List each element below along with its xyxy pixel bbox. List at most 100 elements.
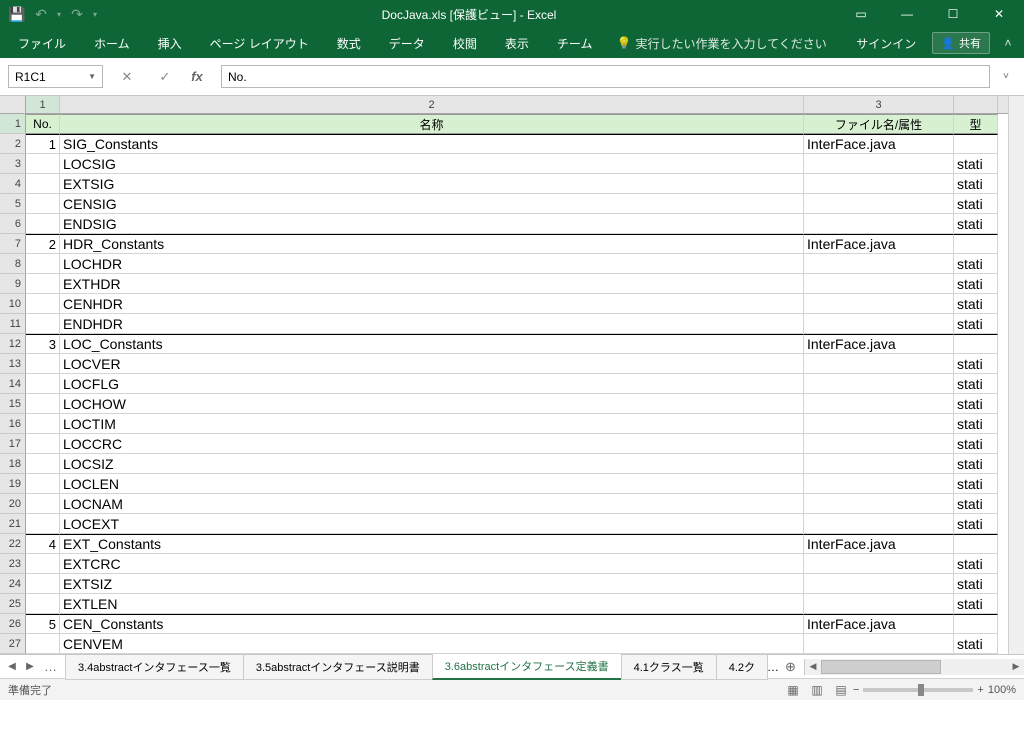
cell[interactable]: InterFace.java xyxy=(804,334,954,354)
cell[interactable] xyxy=(26,634,60,654)
cell[interactable] xyxy=(804,354,954,374)
cell[interactable]: stati xyxy=(954,514,998,534)
cell[interactable]: 4 xyxy=(26,534,60,554)
zoom-slider[interactable] xyxy=(863,688,973,692)
row-header[interactable]: 9 xyxy=(0,274,26,294)
hscroll-left-icon[interactable]: ◀ xyxy=(805,661,821,672)
row-header[interactable]: 4 xyxy=(0,174,26,194)
cell[interactable]: InterFace.java xyxy=(804,534,954,554)
cell[interactable]: stati xyxy=(954,434,998,454)
cell[interactable]: stati xyxy=(954,354,998,374)
cell[interactable]: stati xyxy=(954,554,998,574)
ribbon-tab-7[interactable]: 表示 xyxy=(491,28,543,58)
row-header[interactable]: 25 xyxy=(0,594,26,614)
cell[interactable]: stati xyxy=(954,414,998,434)
ribbon-tab-0[interactable]: ファイル xyxy=(4,28,80,58)
cell[interactable]: LOCHOW xyxy=(60,394,804,414)
tab-scroll-left-icon[interactable]: ◀ xyxy=(4,661,20,672)
header-cell[interactable]: 名称 xyxy=(60,114,804,134)
cell[interactable] xyxy=(26,214,60,234)
cancel-formula-icon[interactable]: ✕ xyxy=(113,66,141,88)
cell[interactable] xyxy=(804,594,954,614)
cell[interactable]: stati xyxy=(954,374,998,394)
cell[interactable]: stati xyxy=(954,574,998,594)
cell[interactable]: LOC_Constants xyxy=(60,334,804,354)
select-all-corner[interactable] xyxy=(0,96,26,113)
collapse-ribbon-icon[interactable]: ˄ xyxy=(996,36,1020,50)
row-header[interactable]: 20 xyxy=(0,494,26,514)
cell[interactable]: stati xyxy=(954,194,998,214)
cell[interactable]: stati xyxy=(954,494,998,514)
cell[interactable]: stati xyxy=(954,634,998,654)
row-header[interactable]: 3 xyxy=(0,154,26,174)
cell[interactable] xyxy=(26,254,60,274)
cell[interactable]: LOCLEN xyxy=(60,474,804,494)
cell[interactable]: CENSIG xyxy=(60,194,804,214)
cell[interactable] xyxy=(804,174,954,194)
undo-drop-icon[interactable]: ▾ xyxy=(54,3,64,25)
cell[interactable]: EXTCRC xyxy=(60,554,804,574)
row-header[interactable]: 10 xyxy=(0,294,26,314)
row-header[interactable]: 5 xyxy=(0,194,26,214)
row-header[interactable]: 1 xyxy=(0,114,26,134)
sheet-tab[interactable]: 3.5abstractインタフェース説明書 xyxy=(243,655,433,680)
cell[interactable]: LOCVER xyxy=(60,354,804,374)
cell[interactable] xyxy=(804,574,954,594)
cell[interactable]: stati xyxy=(954,154,998,174)
name-box[interactable]: R1C1 ▼ xyxy=(8,65,103,88)
hscroll-right-icon[interactable]: ▶ xyxy=(1008,661,1024,672)
row-header[interactable]: 6 xyxy=(0,214,26,234)
ribbon-tab-4[interactable]: 数式 xyxy=(323,28,375,58)
normal-view-icon[interactable]: ▦ xyxy=(781,681,805,699)
cell[interactable] xyxy=(804,514,954,534)
cell[interactable] xyxy=(954,134,998,154)
cell[interactable] xyxy=(804,374,954,394)
cell[interactable] xyxy=(954,334,998,354)
row-header[interactable]: 22 xyxy=(0,534,26,554)
hscroll-thumb[interactable] xyxy=(821,660,941,674)
minimize-button[interactable]: — xyxy=(884,0,930,28)
row-header[interactable]: 17 xyxy=(0,434,26,454)
row-header[interactable]: 21 xyxy=(0,514,26,534)
ribbon-tab-5[interactable]: データ xyxy=(375,28,439,58)
cell[interactable]: EXT_Constants xyxy=(60,534,804,554)
vertical-scrollbar[interactable] xyxy=(1008,96,1024,654)
cell[interactable] xyxy=(26,454,60,474)
cell[interactable] xyxy=(26,194,60,214)
cell[interactable]: stati xyxy=(954,474,998,494)
cell[interactable]: stati xyxy=(954,594,998,614)
cell[interactable] xyxy=(804,254,954,274)
formula-input[interactable]: No. xyxy=(221,65,990,88)
cell[interactable]: stati xyxy=(954,314,998,334)
column-header[interactable] xyxy=(954,96,998,113)
cell[interactable]: InterFace.java xyxy=(804,614,954,634)
cell[interactable] xyxy=(804,634,954,654)
cell[interactable]: LOCFLG xyxy=(60,374,804,394)
cell[interactable]: stati xyxy=(954,214,998,234)
cell[interactable] xyxy=(26,514,60,534)
cell[interactable]: InterFace.java xyxy=(804,134,954,154)
ribbon-tab-1[interactable]: ホーム xyxy=(80,28,144,58)
tell-me-search[interactable]: 💡 実行したい作業を入力してください xyxy=(606,35,836,52)
cell[interactable] xyxy=(26,574,60,594)
cell[interactable]: stati xyxy=(954,294,998,314)
insert-function-icon[interactable]: fx xyxy=(183,66,211,88)
column-header[interactable]: 2 xyxy=(60,96,804,113)
ribbon-tab-6[interactable]: 校閲 xyxy=(439,28,491,58)
row-header[interactable]: 2 xyxy=(0,134,26,154)
maximize-button[interactable]: ☐ xyxy=(930,0,976,28)
ribbon-tab-8[interactable]: チーム xyxy=(543,28,607,58)
cell[interactable] xyxy=(26,154,60,174)
cell[interactable]: SIG_Constants xyxy=(60,134,804,154)
cell[interactable] xyxy=(26,594,60,614)
cell[interactable]: 3 xyxy=(26,334,60,354)
zoom-out-icon[interactable]: − xyxy=(853,684,859,696)
cell[interactable]: LOCSIG xyxy=(60,154,804,174)
cell[interactable]: LOCSIZ xyxy=(60,454,804,474)
row-header[interactable]: 15 xyxy=(0,394,26,414)
cell[interactable] xyxy=(804,394,954,414)
share-button[interactable]: 👤 共有 xyxy=(932,32,990,54)
cell[interactable] xyxy=(804,494,954,514)
zoom-thumb[interactable] xyxy=(918,684,924,696)
cell[interactable]: ENDHDR xyxy=(60,314,804,334)
